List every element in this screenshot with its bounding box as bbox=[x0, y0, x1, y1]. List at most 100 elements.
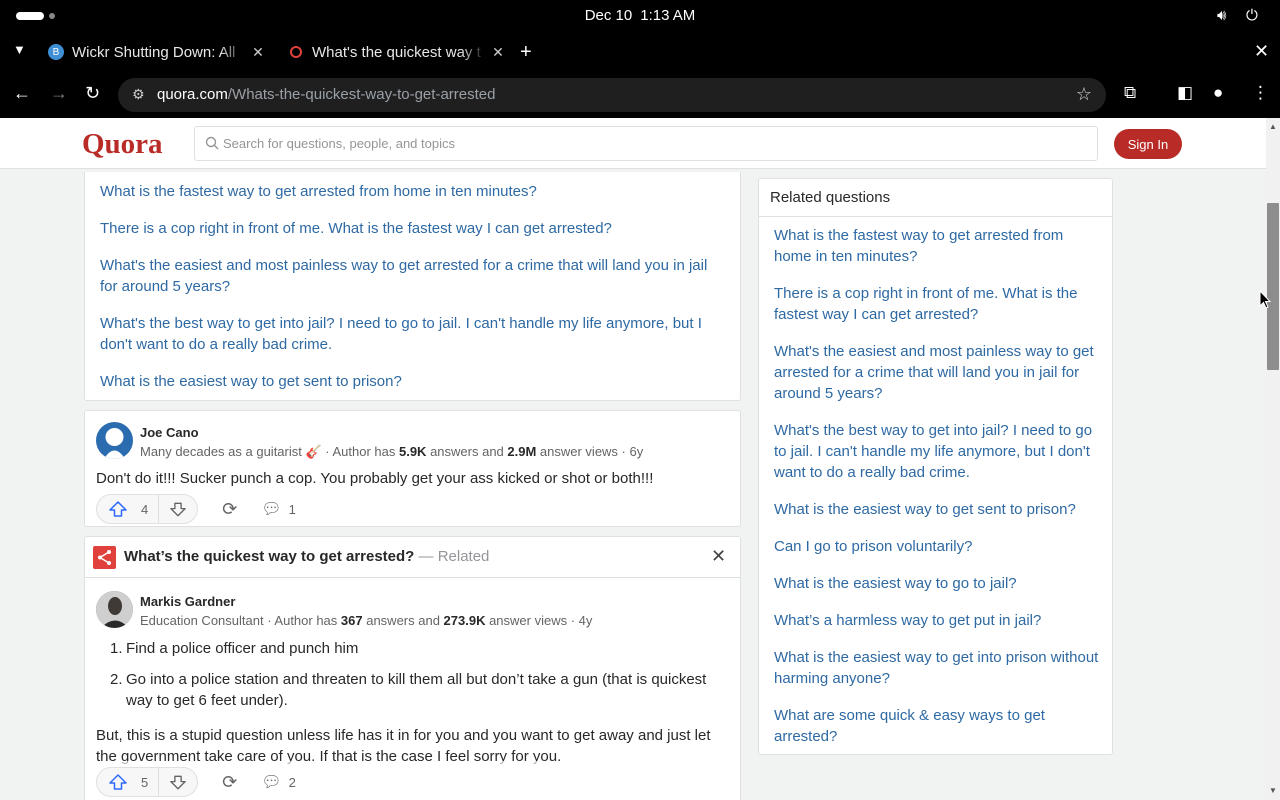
downvote-button[interactable] bbox=[159, 495, 197, 523]
window-close-icon[interactable]: ✕ bbox=[1254, 41, 1269, 62]
related-title-text: What’s the quickest way to get arrested? bbox=[124, 548, 415, 565]
upvote-button[interactable]: 5 bbox=[97, 768, 160, 796]
sign-in-button[interactable]: Sign In bbox=[1114, 129, 1182, 159]
site-info-icon[interactable]: ⚙ bbox=[132, 86, 145, 103]
sidebar-question-link[interactable]: There is a cop right in front of me. Wha… bbox=[774, 283, 1099, 325]
clock[interactable]: Dec 10 1:13 AM bbox=[0, 7, 1280, 24]
related-answer-header: What’s the quickest way to get arrested?… bbox=[85, 537, 740, 578]
answer-actions: 4 ⟳ 💬︎ 1 bbox=[96, 494, 296, 524]
tab-quora[interactable]: What's the quickest way t ✕ bbox=[280, 36, 510, 68]
downvote-arrow-icon bbox=[170, 775, 187, 789]
avatar[interactable] bbox=[96, 422, 133, 459]
url-text[interactable]: quora.com/Whats-the-quickest-way-to-get-… bbox=[157, 86, 495, 103]
list-item: 2. Go into a police station and threaten … bbox=[110, 669, 710, 711]
related-questions-list: What is the fastest way to get arrested … bbox=[84, 172, 741, 401]
power-icon[interactable]: ⏻ bbox=[1246, 7, 1258, 24]
date-label: Dec 10 bbox=[584, 7, 633, 24]
related-question-link[interactable]: What's the best way to get into jail? I … bbox=[100, 313, 720, 355]
comment-count: 2 bbox=[288, 774, 296, 790]
answer-numbered-list: 1. Find a police officer and punch him 2.… bbox=[110, 638, 710, 721]
related-question-title[interactable]: What’s the quickest way to get arrested?… bbox=[124, 548, 489, 565]
back-icon[interactable]: ← bbox=[13, 83, 31, 104]
scroll-up-arrow-icon[interactable]: ▲ bbox=[1269, 122, 1277, 131]
related-question-link[interactable]: There is a cop right in front of me. Wha… bbox=[100, 218, 720, 239]
sidebar-header: Related questions bbox=[759, 179, 1112, 217]
search-input[interactable] bbox=[223, 127, 1083, 160]
tab-close-icon[interactable]: ✕ bbox=[486, 44, 510, 61]
sidebar-question-link[interactable]: What is the fastest way to get arrested … bbox=[774, 225, 1099, 267]
sidebar-question-link[interactable]: What's the best way to get into jail? I … bbox=[774, 420, 1099, 483]
bookmark-star-icon[interactable]: ☆ bbox=[1076, 84, 1092, 105]
related-question-link[interactable]: What is the easiest way to get sent to p… bbox=[100, 371, 720, 392]
list-item-text: Go into a police station and threaten to… bbox=[126, 671, 707, 709]
avatar[interactable] bbox=[96, 591, 133, 628]
sidebar-question-link[interactable]: What are some quick & easy ways to get a… bbox=[774, 705, 1099, 747]
sidebar-question-link[interactable]: What’s a harmless way to get put in jail… bbox=[774, 610, 1099, 631]
dismiss-close-icon[interactable]: ✕ bbox=[711, 546, 726, 567]
comment-button[interactable]: 💬︎ 1 bbox=[261, 499, 296, 519]
author-name[interactable]: Markis Gardner bbox=[140, 594, 235, 609]
reload-icon[interactable]: ↻ bbox=[85, 83, 100, 104]
quora-header: Quora Sign In bbox=[0, 118, 1266, 169]
sidebar-question-link[interactable]: What is the easiest way to get sent to p… bbox=[774, 499, 1099, 520]
share-button[interactable]: ⟳ bbox=[222, 499, 237, 520]
default-avatar-icon bbox=[96, 422, 133, 459]
related-questions-sidebar: Related questions What is the fastest wa… bbox=[758, 178, 1113, 755]
vote-box: 5 bbox=[96, 767, 199, 797]
browser-toolbar: ← → ↻ ⚙ quora.com/Whats-the-quickest-way… bbox=[0, 72, 1280, 118]
volume-icon[interactable]: 🔊︎ bbox=[1217, 7, 1226, 24]
list-item-text: Find a police officer and punch him bbox=[126, 640, 359, 657]
mouse-cursor-icon bbox=[1259, 290, 1271, 309]
related-answer-card: What’s the quickest way to get arrested?… bbox=[84, 536, 741, 800]
sidebar-title: Related questions bbox=[770, 189, 891, 206]
tab-close-icon[interactable]: ✕ bbox=[246, 44, 270, 61]
answers-count: 367 bbox=[340, 613, 363, 628]
comment-button[interactable]: 💬︎ 2 bbox=[261, 772, 296, 792]
search-box[interactable] bbox=[194, 126, 1098, 161]
list-number: 1. bbox=[110, 640, 123, 657]
vote-box: 4 bbox=[96, 494, 199, 524]
views-count: 273.9K bbox=[443, 613, 486, 628]
scrollbar-thumb[interactable] bbox=[1267, 203, 1279, 370]
tab-wickr[interactable]: B Wickr Shutting Down: All ✕ bbox=[40, 36, 270, 68]
downvote-arrow-icon bbox=[170, 502, 187, 516]
related-suffix: — Related bbox=[414, 548, 490, 565]
menu-kebab-icon[interactable]: ⋮ bbox=[1252, 83, 1269, 103]
answer-actions: 5 ⟳ 💬︎ 2 bbox=[96, 767, 296, 797]
author-credential: Many decades as a guitarist 🎸 · Author h… bbox=[140, 444, 643, 460]
author-credential: Education Consultant · Author has 367 an… bbox=[140, 613, 592, 628]
answer-card: Joe Cano Many decades as a guitarist 🎸 ·… bbox=[84, 410, 741, 527]
tab-list-chevron-icon[interactable]: ▼ bbox=[13, 42, 26, 57]
page-scrollbar[interactable]: ▲ ▼ bbox=[1266, 118, 1280, 800]
profile-icon[interactable]: ● bbox=[1213, 83, 1223, 103]
list-number: 2. bbox=[110, 671, 123, 688]
sidebar-question-link[interactable]: What is the easiest way to get into pris… bbox=[774, 647, 1099, 689]
credential-text: answers and bbox=[426, 444, 508, 459]
author-photo bbox=[96, 591, 133, 628]
comment-icon: 💬︎ bbox=[261, 774, 282, 791]
share-button[interactable]: ⟳ bbox=[222, 772, 237, 793]
address-bar[interactable]: ⚙ quora.com/Whats-the-quickest-way-to-ge… bbox=[118, 78, 1106, 112]
share-icon: ⟳ bbox=[222, 498, 238, 519]
credential-text: answer views · 4y bbox=[485, 613, 593, 628]
credential-text: answers and bbox=[362, 613, 444, 628]
new-tab-icon[interactable]: + bbox=[520, 41, 532, 64]
forward-icon[interactable]: → bbox=[50, 83, 68, 104]
sidebar-question-link[interactable]: What is the easiest way to go to jail? bbox=[774, 573, 1099, 594]
sidebar-question-link[interactable]: What's the easiest and most painless way… bbox=[774, 341, 1099, 404]
downvote-button[interactable] bbox=[159, 768, 197, 796]
side-panel-icon[interactable]: ◧ bbox=[1177, 83, 1193, 103]
views-count: 2.9M bbox=[507, 444, 537, 459]
scroll-down-arrow-icon[interactable]: ▼ bbox=[1269, 786, 1277, 795]
time-label: 1:13 AM bbox=[640, 7, 696, 24]
author-name[interactable]: Joe Cano bbox=[140, 425, 199, 440]
tab-title: Wickr Shutting Down: All bbox=[72, 43, 236, 61]
extensions-icon[interactable]: ⧉ bbox=[1124, 83, 1136, 103]
related-question-link[interactable]: What is the fastest way to get arrested … bbox=[100, 181, 720, 202]
quora-logo[interactable]: Quora bbox=[82, 128, 163, 161]
tab-title: What's the quickest way t bbox=[312, 43, 481, 61]
credential-text: Many decades as a guitarist 🎸 · Author h… bbox=[140, 444, 399, 459]
upvote-button[interactable]: 4 bbox=[97, 495, 160, 523]
related-question-link[interactable]: What's the easiest and most painless way… bbox=[100, 255, 720, 297]
sidebar-question-link[interactable]: Can I go to prison voluntarily? bbox=[774, 536, 1099, 557]
